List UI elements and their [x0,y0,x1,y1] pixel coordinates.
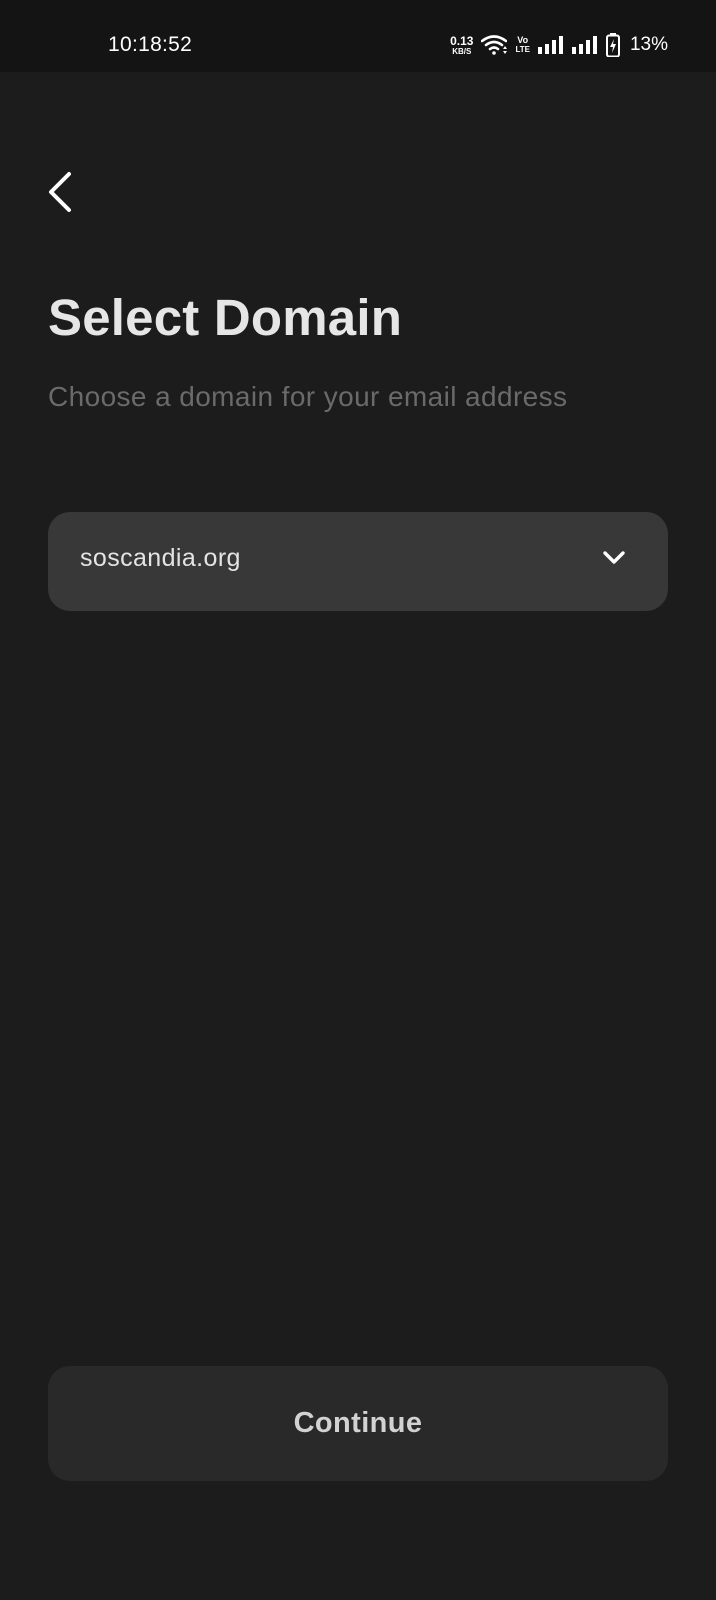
battery-percent: 13% [629,34,668,55]
back-button[interactable] [38,166,82,218]
volte-indicator: Vo LTE [515,36,530,54]
signal-icon [537,36,564,54]
chevron-left-icon [49,172,71,212]
status-icons: 0.13 KB/S Vo LTE 13% [450,33,668,57]
network-speed: 0.13 KB/S [450,35,473,56]
status-bar: 10:18:52 0.13 KB/S Vo LTE 13% [0,0,716,72]
volte-bottom-label: LTE [515,45,530,54]
continue-button[interactable]: Continue [48,1366,668,1481]
battery-icon [605,33,620,57]
volte-top-label: Vo [517,35,529,45]
select-domain-screen: 10:18:52 0.13 KB/S Vo LTE 13% Select Dom… [0,0,716,1600]
page-subtitle: Choose a domain for your email address [48,381,568,412]
chevron-down-icon [603,551,625,564]
network-speed-value: 0.13 [450,33,474,48]
status-time: 10:18:52 [108,33,193,56]
wifi-icon [481,35,508,55]
signal-icon-sim2 [571,36,598,54]
continue-button-label: Continue [293,1407,423,1439]
domain-dropdown[interactable]: soscandia.org [48,512,668,611]
domain-selected-value: soscandia.org [80,544,241,572]
network-speed-unit: KB/S [452,46,472,56]
page-title: Select Domain [48,289,403,346]
